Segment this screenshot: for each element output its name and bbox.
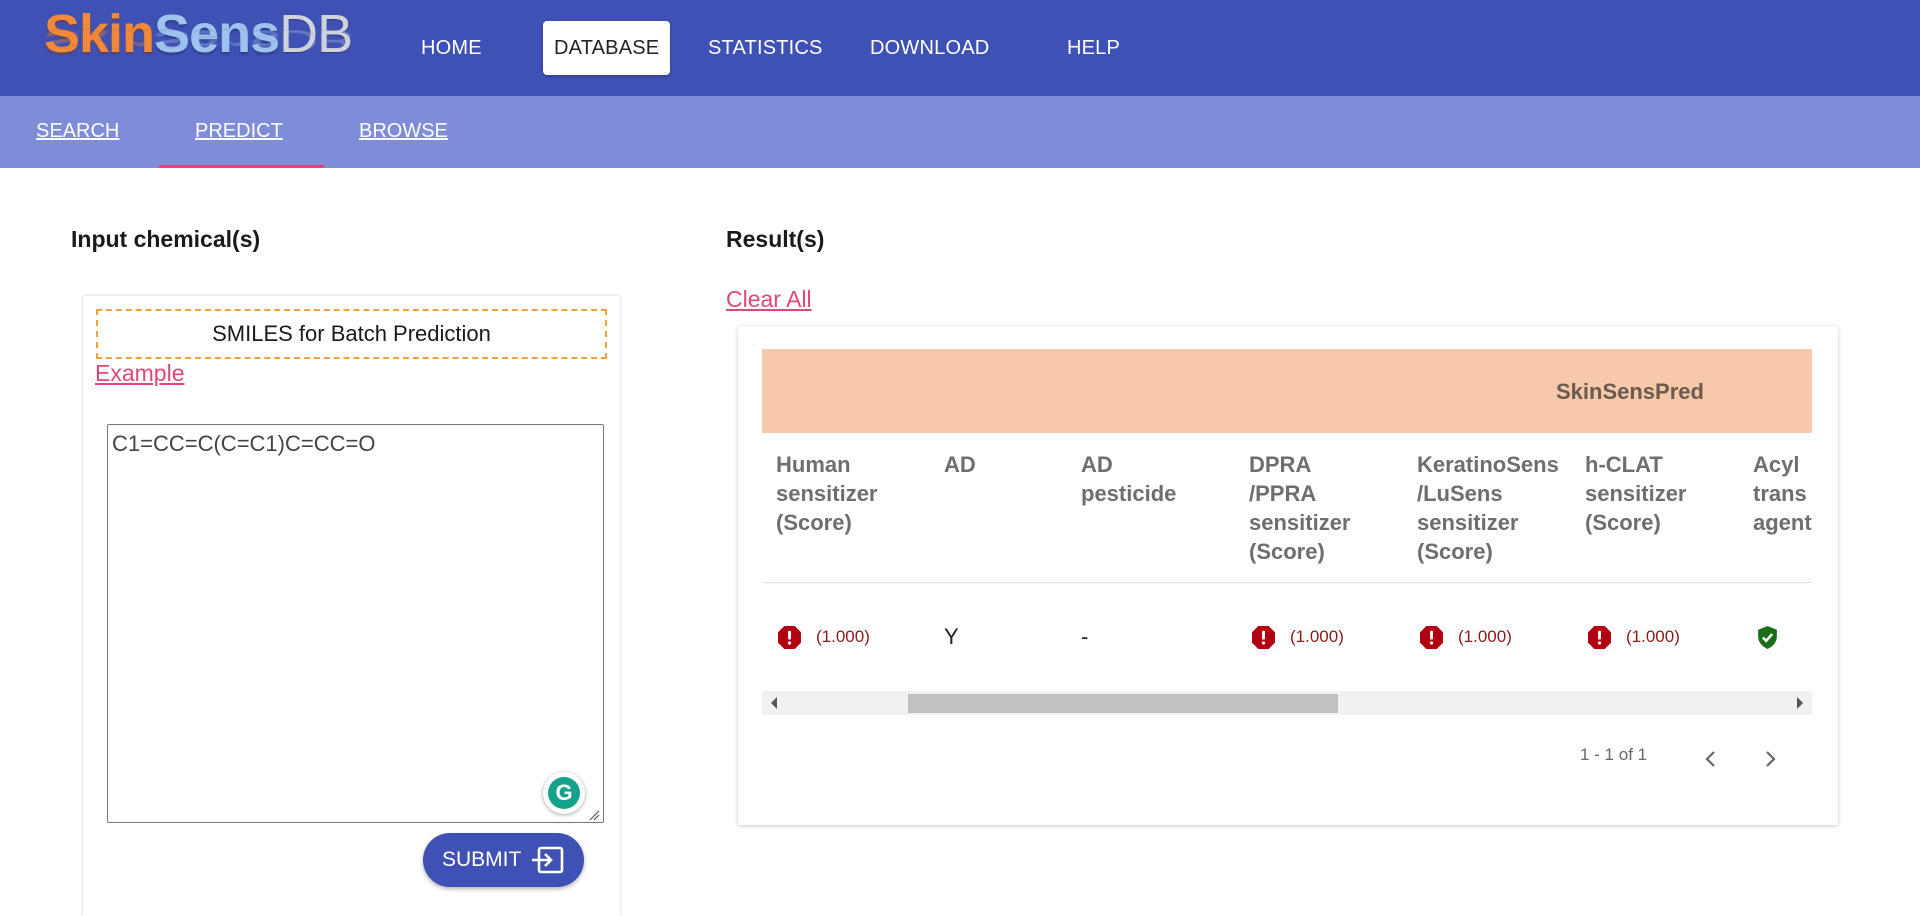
table-cell-hclat-score: (1.000) bbox=[1587, 621, 1680, 653]
skinsensdb-logo[interactable]: SkinSensDB SkinSensDB bbox=[44, 2, 354, 90]
grammarly-icon[interactable]: G bbox=[543, 772, 585, 814]
batch-prediction-label: SMILES for Batch Prediction bbox=[96, 309, 607, 359]
tab-search[interactable]: SEARCH bbox=[36, 96, 119, 168]
table-cell-ad: Y bbox=[944, 621, 959, 653]
input-chemicals-title: Input chemical(s) bbox=[71, 226, 261, 252]
group-header-band: SkinSensPred bbox=[762, 349, 1812, 433]
nav-home[interactable]: HOME bbox=[421, 21, 482, 75]
dpra-score-value: (1.000) bbox=[1290, 627, 1344, 646]
shield-check-icon bbox=[1758, 625, 1777, 649]
column-header-ad[interactable]: AD bbox=[944, 450, 976, 479]
table-cell-acyl-transfer bbox=[1755, 621, 1780, 653]
warning-octagon-icon bbox=[1252, 625, 1275, 649]
results-table: SkinSensPred Human sensitizer (Score) AD… bbox=[762, 349, 1812, 715]
grammarly-g-icon: G bbox=[548, 777, 580, 809]
chevron-left-icon[interactable] bbox=[1698, 744, 1724, 774]
nav-database[interactable]: DATABASE bbox=[543, 21, 671, 75]
keratino-score-value: (1.000) bbox=[1458, 627, 1512, 646]
warning-octagon-icon bbox=[778, 625, 801, 649]
table-cell-keratino-score: (1.000) bbox=[1419, 621, 1512, 653]
submit-enter-icon bbox=[532, 846, 564, 874]
warning-octagon-icon bbox=[1588, 625, 1611, 649]
scrollbar-thumb[interactable] bbox=[908, 694, 1338, 713]
nav-statistics[interactable]: STATISTICS bbox=[708, 21, 823, 75]
column-header-dpra-ppra[interactable]: DPRA /PPRA sensitizer (Score) bbox=[1249, 450, 1351, 566]
chevron-right-icon[interactable] bbox=[1757, 744, 1783, 774]
human-score-value: (1.000) bbox=[816, 627, 870, 646]
tab-predict[interactable]: PREDICT bbox=[195, 96, 283, 168]
scroll-right-arrow-icon[interactable] bbox=[1797, 697, 1803, 709]
column-header-acyl-transfer[interactable]: Acyl trans agent bbox=[1753, 450, 1812, 537]
logo-reflection: SkinSensDB bbox=[44, 23, 353, 57]
example-link[interactable]: Example bbox=[95, 360, 184, 387]
submit-button[interactable]: SUBMIT bbox=[423, 833, 584, 887]
pagination-range: 1 - 1 of 1 bbox=[1580, 745, 1648, 764]
nav-download[interactable]: DOWNLOAD bbox=[870, 21, 989, 75]
column-header-ad-pesticide[interactable]: AD pesticide bbox=[1081, 450, 1176, 508]
column-header-human-sensitizer[interactable]: Human sensitizer (Score) bbox=[776, 450, 878, 537]
active-tab-indicator bbox=[159, 165, 324, 168]
hclat-score-value: (1.000) bbox=[1626, 627, 1680, 646]
header-divider bbox=[762, 582, 1812, 583]
ad-value: Y bbox=[944, 624, 959, 649]
horizontal-scrollbar[interactable] bbox=[762, 691, 1812, 715]
nav-help[interactable]: HELP bbox=[1067, 21, 1120, 75]
smiles-textarea[interactable]: C1=CC=C(C=C1)C=CC=O bbox=[107, 424, 604, 823]
warning-octagon-icon bbox=[1420, 625, 1443, 649]
top-navbar: SkinSensDB SkinSensDB HOME DATABASE STAT… bbox=[0, 0, 1920, 96]
clear-all-link[interactable]: Clear All bbox=[726, 286, 812, 313]
resize-handle-icon[interactable] bbox=[588, 809, 600, 821]
tab-browse[interactable]: BROWSE bbox=[359, 96, 448, 168]
table-cell-ad-pesticide: - bbox=[1081, 621, 1088, 653]
table-cell-dpra-score: (1.000) bbox=[1251, 621, 1344, 653]
column-header-keratinosens-lusens[interactable]: KeratinoSens /LuSens sensitizer (Score) bbox=[1417, 450, 1559, 566]
sub-navbar: SEARCH PREDICT BROWSE bbox=[0, 96, 1920, 168]
group-header-skinsenspred: SkinSensPred bbox=[1556, 379, 1704, 404]
ad-pesticide-value: - bbox=[1081, 624, 1089, 649]
submit-label: SUBMIT bbox=[442, 848, 522, 871]
results-title: Result(s) bbox=[726, 226, 825, 252]
column-header-hclat[interactable]: h-CLAT sensitizer (Score) bbox=[1585, 450, 1687, 537]
scroll-left-arrow-icon[interactable] bbox=[771, 697, 777, 709]
table-cell-human-score: (1.000) bbox=[777, 621, 870, 653]
